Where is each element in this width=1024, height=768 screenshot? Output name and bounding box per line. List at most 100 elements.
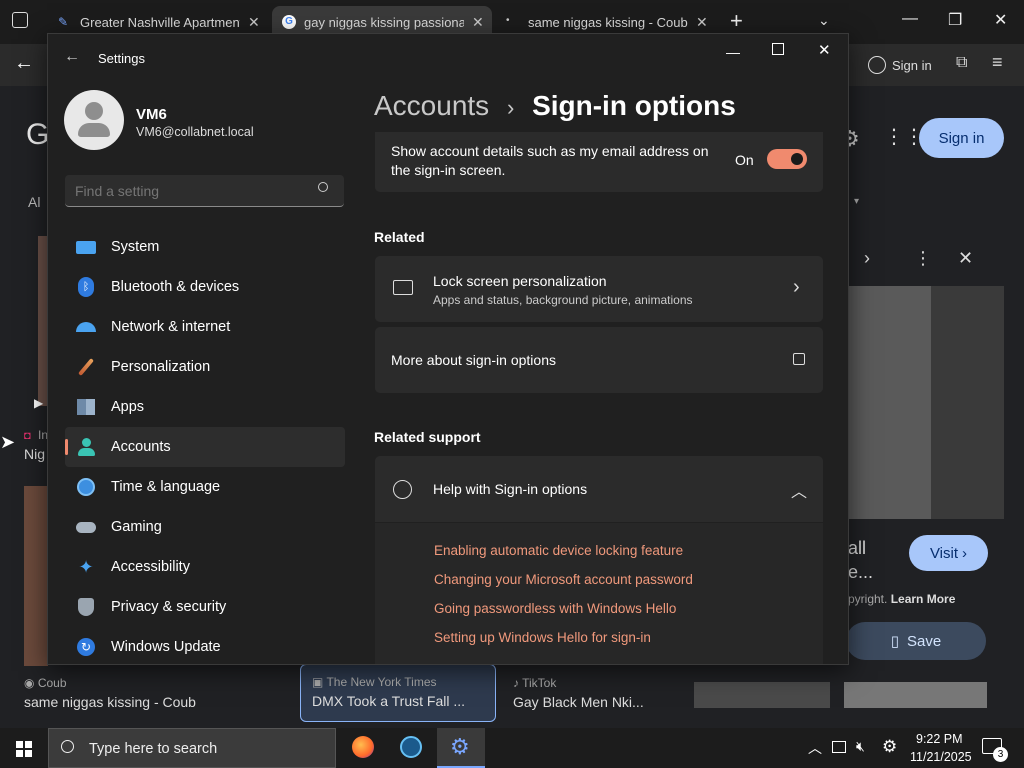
coub-icon: ◉ xyxy=(24,676,38,690)
profile-icon xyxy=(868,56,886,74)
result-title: same niggas kissing - Coub xyxy=(24,694,196,710)
nav-item-accessibility[interactable]: ✦ Accessibility xyxy=(65,547,345,587)
monitor-icon xyxy=(75,237,97,257)
page-title: Sign-in options xyxy=(532,90,736,121)
account-details-text: Show account details such as my email ad… xyxy=(391,143,709,178)
result-card[interactable]: ◉ Coub same niggas kissing - Coub xyxy=(24,676,284,716)
menu-icon[interactable]: ≡ xyxy=(992,52,1003,73)
close-icon[interactable]: ✕ xyxy=(994,10,1007,30)
filter-dropdown-icon[interactable]: ▾ xyxy=(854,196,859,207)
lock-screen-icon xyxy=(393,280,413,295)
nav-item-privacy[interactable]: Privacy & security xyxy=(65,587,345,627)
chevron-up-icon[interactable]: ︿ xyxy=(791,478,807,502)
visit-button[interactable]: Visit › xyxy=(909,535,988,571)
notification-badge: 3 xyxy=(993,747,1008,762)
profile-signin-button[interactable]: Sign in xyxy=(868,50,938,80)
gamepad-icon xyxy=(75,517,97,537)
firefox-icon[interactable] xyxy=(352,736,374,758)
result-card-highlighted[interactable]: ▣ The New York Times DMX Took a Trust Fa… xyxy=(300,664,496,722)
nav-item-gaming[interactable]: Gaming xyxy=(65,507,345,547)
instagram-icon: ◘ xyxy=(24,430,31,442)
taskbar-search-box[interactable]: Type here to search xyxy=(48,728,336,768)
chevron-down-icon[interactable]: ⌄ xyxy=(818,12,830,29)
back-arrow-icon[interactable]: ← xyxy=(14,52,34,75)
show-hidden-icons-icon[interactable]: ︿ xyxy=(808,738,822,758)
tab-title: gay niggas kissing passionately xyxy=(304,14,464,30)
search-icon[interactable] xyxy=(318,182,328,192)
bookmark-icon: ▯ xyxy=(890,633,900,650)
nav-item-windows-update[interactable]: ↻ Windows Update xyxy=(65,627,345,664)
extensions-icon[interactable]: ⧉ xyxy=(956,54,967,72)
nav-item-time-language[interactable]: Time & language xyxy=(65,467,345,507)
settings-search-box[interactable] xyxy=(65,175,344,207)
brush-icon xyxy=(75,357,97,377)
section-heading: Related xyxy=(374,229,425,245)
card-title: More about sign-in options xyxy=(391,352,556,368)
network-icon[interactable] xyxy=(832,741,846,753)
help-link[interactable]: Setting up Windows Hello for sign-in xyxy=(434,630,651,645)
settings-search-input[interactable] xyxy=(75,181,305,201)
settings-tray-icon[interactable]: ⚙ xyxy=(882,737,897,757)
minimize-icon[interactable]: — xyxy=(902,10,918,28)
accessibility-icon: ✦ xyxy=(78,556,94,577)
clock-time[interactable]: 9:22 PM xyxy=(916,732,963,746)
wifi-icon xyxy=(75,317,97,337)
steam-icon[interactable] xyxy=(400,736,422,758)
taskbar-search-placeholder: Type here to search xyxy=(89,741,218,757)
windows-start-icon[interactable] xyxy=(16,741,32,757)
preview-title-fragment: all xyxy=(848,538,867,558)
chevron-right-icon: › xyxy=(793,276,800,298)
save-button[interactable]: ▯ Save xyxy=(846,622,986,660)
help-link[interactable]: Changing your Microsoft account password xyxy=(434,572,693,587)
result-title: Gay Black Men Nki... xyxy=(513,694,644,710)
nav-item-personalization[interactable]: Personalization xyxy=(65,347,345,387)
more-options-icon[interactable]: ⋮ xyxy=(914,248,932,269)
close-tab-icon[interactable]: ✕ xyxy=(696,14,708,31)
update-icon: ↻ xyxy=(75,637,97,657)
image-thumbnail[interactable] xyxy=(24,486,48,666)
help-link[interactable]: Going passwordless with Windows Hello xyxy=(434,601,676,616)
close-tab-icon[interactable]: ✕ xyxy=(248,14,260,31)
shield-icon xyxy=(75,597,97,617)
filter-tab[interactable]: Al xyxy=(28,194,40,210)
maximize-icon[interactable] xyxy=(772,43,784,55)
nav-item-system[interactable]: System xyxy=(65,227,345,267)
volume-muted-icon[interactable]: 🔇︎ xyxy=(856,738,865,755)
nav-item-accounts[interactable]: Accounts xyxy=(65,427,345,467)
clock-date[interactable]: 11/21/2025 xyxy=(910,750,972,764)
result-card[interactable]: ♪ TikTok Gay Black Men Nki... xyxy=(513,676,683,716)
help-link[interactable]: Enabling automatic device locking featur… xyxy=(434,543,683,558)
lock-screen-card[interactable]: Lock screen personalization Apps and sta… xyxy=(375,256,823,322)
nav-item-bluetooth[interactable]: ᛒ Bluetooth & devices xyxy=(65,267,345,307)
signin-button[interactable]: Sign in xyxy=(919,118,1004,158)
new-tab-icon[interactable]: + xyxy=(730,8,743,34)
back-arrow-icon[interactable]: ← xyxy=(64,48,80,66)
more-signin-card[interactable]: More about sign-in options xyxy=(375,327,823,393)
notification-button[interactable]: 3 xyxy=(982,738,1008,762)
nav-item-network[interactable]: Network & internet xyxy=(65,307,345,347)
next-arrow-icon[interactable]: › xyxy=(864,248,870,269)
window-title: Settings xyxy=(98,51,145,66)
maximize-icon[interactable]: ❐ xyxy=(948,10,962,30)
minimize-icon[interactable]: — xyxy=(726,44,740,60)
section-heading: Related support xyxy=(374,429,481,445)
image-thumbnail[interactable] xyxy=(844,682,987,708)
close-preview-icon[interactable]: ✕ xyxy=(958,248,973,269)
breadcrumb-parent[interactable]: Accounts xyxy=(374,90,489,121)
nav-item-apps[interactable]: Apps xyxy=(65,387,345,427)
close-icon[interactable]: ✕ xyxy=(818,41,831,59)
user-email: VM6@collabnet.local xyxy=(136,125,254,139)
learn-more-link[interactable]: Learn More xyxy=(891,592,956,606)
close-tab-icon[interactable]: ✕ xyxy=(472,14,484,31)
account-details-toggle[interactable] xyxy=(767,149,807,169)
tab-actions-icon[interactable] xyxy=(12,12,28,28)
globe-icon xyxy=(393,480,412,499)
result-title-fragment[interactable]: Nig xyxy=(24,446,45,462)
image-thumbnail[interactable] xyxy=(694,682,830,708)
google-logo-fragment: G xyxy=(26,118,50,151)
preview-image[interactable] xyxy=(849,286,1004,519)
apps-icon xyxy=(75,397,97,417)
tab-title: same niggas kissing - Coub xyxy=(528,14,688,30)
settings-taskbar-button[interactable]: ⚙ xyxy=(437,728,485,768)
help-card-header[interactable]: Help with Sign-in options ︿ xyxy=(375,456,823,522)
